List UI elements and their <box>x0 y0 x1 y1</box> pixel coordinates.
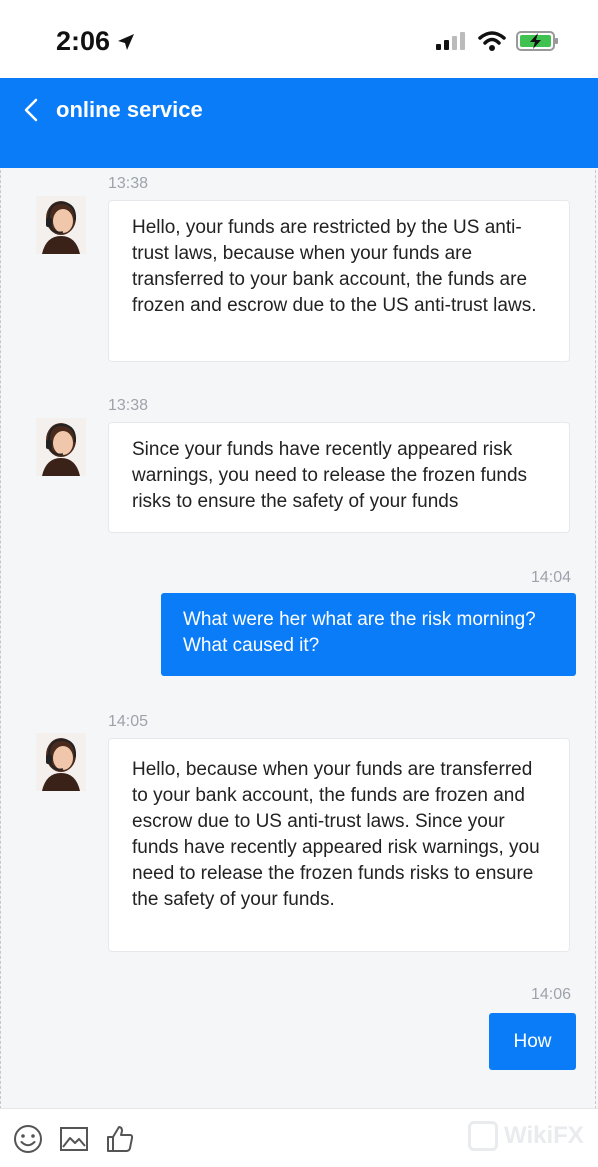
message-bubble: What were her what are the risk morning?… <box>161 593 576 676</box>
message-bubble: Hello, your funds are restricted by the … <box>108 200 570 362</box>
watermark: WikiFX <box>468 1121 584 1151</box>
image-icon[interactable] <box>58 1123 90 1155</box>
chat-messages[interactable]: 13:38 Hello, your funds are restricted b… <box>0 168 598 1108</box>
message-time: 14:06 <box>531 986 572 1003</box>
message-time: 14:04 <box>531 569 572 586</box>
message-incoming: 13:38 Since your funds have recently app… <box>0 390 598 540</box>
agent-avatar <box>36 733 86 791</box>
thumbs-up-icon[interactable] <box>104 1123 136 1155</box>
smile-icon[interactable] <box>12 1123 44 1155</box>
agent-avatar <box>36 196 86 254</box>
signal-icon <box>436 32 465 50</box>
message-bubble: How <box>489 1013 576 1070</box>
message-incoming: 14:05 Hello, because when your funds are… <box>0 705 598 955</box>
app-header: online service <box>0 78 598 168</box>
message-outgoing: 14:06 How <box>0 983 598 1073</box>
status-time: 2:06 <box>56 26 136 57</box>
clock: 2:06 <box>56 26 111 56</box>
message-outgoing: 14:04 What were her what are the risk mo… <box>0 564 598 679</box>
page-title: online service <box>56 97 203 122</box>
back-chevron-icon[interactable] <box>18 96 46 124</box>
message-text: What were her what are the risk morning?… <box>183 609 536 656</box>
watermark-text: WikiFX <box>504 1122 584 1149</box>
message-time: 13:38 <box>108 397 149 414</box>
message-text: Since your funds have recently appeared … <box>132 439 528 512</box>
battery-charging-icon <box>516 31 558 51</box>
wifi-icon <box>478 31 506 51</box>
message-time: 14:05 <box>108 713 149 730</box>
status-icons <box>436 30 560 52</box>
message-bubble: Since your funds have recently appeared … <box>108 422 570 533</box>
status-bar: 2:06 <box>0 0 598 78</box>
message-text: Hello, your funds are restricted by the … <box>132 217 537 316</box>
input-toolbar: WikiFX <box>0 1108 598 1167</box>
message-bubble: Hello, because when your funds are trans… <box>108 738 570 952</box>
watermark-logo-icon <box>468 1121 498 1151</box>
agent-avatar <box>36 418 86 476</box>
message-incoming: 13:38 Hello, your funds are restricted b… <box>0 168 598 368</box>
location-arrow-icon <box>118 33 135 50</box>
message-text: Hello, because when your funds are trans… <box>132 759 540 910</box>
message-text: How <box>513 1030 552 1052</box>
message-time: 13:38 <box>108 175 149 192</box>
